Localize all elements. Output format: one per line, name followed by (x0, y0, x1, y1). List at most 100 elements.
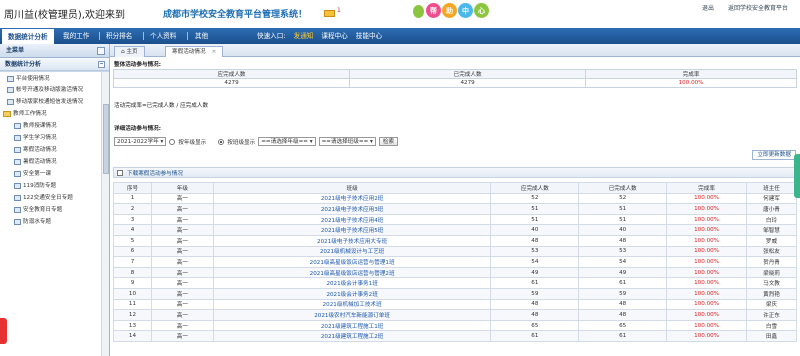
table-cell: 100.00% (666, 309, 747, 321)
sidebar-item[interactable]: 教师工作情况 (3, 109, 47, 119)
table-cell: 59 (490, 287, 580, 300)
sidebar-scroll-thumb[interactable] (103, 104, 109, 174)
table-cell: 田鑫 (746, 330, 797, 342)
sidebar-item[interactable]: 安全教育日专题 (14, 205, 62, 215)
table-cell: 高一 (150, 287, 214, 300)
table-header-cell: 班级 (212, 182, 492, 194)
table-cell: 49 (490, 266, 580, 279)
table-cell[interactable]: 2021级建筑工程施工1班 (212, 319, 492, 332)
nav-profile[interactable]: 个人资料 (150, 28, 176, 44)
collapse-group-icon[interactable]: − (98, 61, 105, 68)
sidebar-item[interactable]: 学生学习情况 (14, 133, 57, 143)
side-float-tab[interactable] (794, 154, 800, 198)
table-cell[interactable]: 2021级机械加工技术班 (212, 298, 492, 311)
table-row: 7 高一 2021级高星级饭店运营与管理1班 54 54 100.00% 贺丹青 (113, 256, 797, 268)
table-cell[interactable]: 2021级高星级饭店运营与管理1班 (212, 256, 492, 268)
nav-my-work[interactable]: 我的工作 (63, 28, 89, 44)
sidebar-item[interactable]: 平台使用情况 (7, 74, 50, 84)
table-cell: 高一 (150, 266, 214, 279)
summary-header-rate: 完成率 (585, 69, 797, 79)
nav-other[interactable]: 其他 (195, 28, 208, 44)
table-cell[interactable]: 2021级会计事务1班 (212, 277, 492, 289)
table-cell: 53 (490, 245, 580, 258)
table-cell[interactable]: 2021级电子技术应用2班 (212, 192, 492, 205)
nav-points-ranking[interactable]: 积分排名 (106, 28, 132, 44)
sidebar-item[interactable]: 教师授课情况 (14, 121, 57, 131)
table-cell: 高一 (150, 309, 214, 321)
table-cell[interactable]: 2021级电子技术应用3班 (212, 203, 492, 215)
download-checkbox-icon[interactable] (117, 170, 123, 176)
mascot-icon (413, 5, 424, 18)
page-icon (14, 159, 21, 165)
table-cell[interactable]: 2021级电子技术应用5班 (212, 224, 492, 236)
table-cell[interactable]: 2021级建筑工程施工2班 (212, 330, 492, 342)
sidebar-item[interactable]: 安全第一课 (14, 169, 51, 179)
sidebar-item[interactable]: 帐号开通及移动版激活情况 (7, 85, 83, 95)
collapse-sidebar-icon[interactable] (97, 47, 105, 55)
help-center-logo[interactable]: 帮助中心 (413, 3, 507, 25)
page-icon (14, 195, 21, 201)
nav-data-statistics[interactable]: 数据统计分析 (2, 29, 54, 44)
header: 周川益(校管理员),欢迎来到 成都市学校安全教育平台管理系统！ 1 帮助中心 退… (0, 0, 800, 28)
help-char: 中 (458, 3, 473, 18)
table-cell: 何建军 (746, 192, 797, 205)
table-cell: 5 (113, 234, 152, 247)
summary-done-value: 4279 (349, 78, 587, 88)
sidebar-item-label: 寒假活动情况 (23, 147, 57, 153)
table-cell[interactable]: 2021级机械设计与工艺班 (212, 245, 492, 258)
grade-select[interactable]: ==请选择年级== ▾ (258, 137, 316, 146)
sidebar-group-statistics[interactable]: 数据统计分析 − (0, 58, 109, 71)
sidebar-item[interactable]: 119消防专题 (14, 181, 56, 191)
table-cell: 52 (578, 192, 668, 205)
download-link[interactable]: 下载寒假活动参与情况 (127, 169, 183, 177)
class-select[interactable]: ==请选择班级== ▾ (318, 137, 376, 146)
sidebar-tree: 平台使用情况 帐号开通及移动版激活情况 移动版家校通短信发送情况教师工作情况教师授课… (0, 71, 109, 356)
table-cell: 40 (578, 224, 668, 236)
sidebar-item[interactable]: 122交通安全日专题 (14, 193, 73, 203)
table-cell: 高一 (150, 319, 214, 332)
user-welcome-text: 周川益(校管理员),欢迎来到 (4, 10, 125, 21)
table-row: 13 高一 2021级建筑工程施工1班 65 65 100.00% 白雪 (113, 319, 797, 332)
sidebar-item[interactable]: 寒假活动情况 (14, 145, 57, 155)
table-cell: 高一 (150, 330, 214, 342)
return-platform-link[interactable]: 返回学校安全教育平台 (728, 3, 788, 12)
mail-icon[interactable] (324, 10, 335, 17)
table-cell: 张松友 (746, 245, 797, 258)
table-cell: 13 (113, 319, 152, 332)
quick-link-notify[interactable]: 发通知 (294, 28, 314, 44)
logout-link[interactable]: 退出 (702, 3, 714, 12)
mail-count-badge: 1 (337, 7, 341, 14)
left-float-tab[interactable] (0, 318, 7, 344)
sidebar-item[interactable]: 移动版家校通短信发送情况 (7, 97, 83, 107)
close-tab-icon[interactable]: × (212, 49, 217, 55)
nav-divider (99, 32, 100, 40)
table-cell[interactable]: 2021级农村汽车新能源订单班 (212, 309, 492, 321)
sidebar-item[interactable]: 防溺水专题 (14, 217, 51, 227)
quick-link-course[interactable]: 课程中心 (321, 28, 347, 44)
table-cell: 48 (578, 309, 668, 321)
page-icon (7, 87, 14, 93)
platform-title: 成都市学校安全教育平台管理系统！ (163, 10, 308, 20)
table-cell: 高一 (150, 277, 214, 289)
quick-link-skill[interactable]: 技能中心 (356, 28, 382, 44)
table-cell[interactable]: 2021级电子技术应用4班 (212, 213, 492, 226)
year-select[interactable]: 2021-2022学年 ▾ (114, 137, 167, 146)
radio-by-class[interactable] (218, 138, 225, 145)
table-cell: 48 (578, 298, 668, 311)
sidebar-item[interactable]: 暑假活动情况 (14, 157, 57, 167)
table-cell: 100.00% (666, 213, 747, 226)
radio-by-grade[interactable] (169, 138, 176, 145)
search-button[interactable]: 检索 (378, 137, 399, 146)
table-cell[interactable]: 2021级高星级饭店运营与管理2班 (212, 266, 492, 279)
tab-winter-activity[interactable]: 寒假活动情况 × (165, 46, 224, 57)
table-cell[interactable]: 2021级会计事务2班 (212, 287, 492, 300)
table-cell: 高一 (150, 213, 214, 226)
update-data-button[interactable]: 立即更新数据 (752, 150, 796, 160)
table-cell[interactable]: 2021级电子技术应用大专班 (212, 234, 492, 247)
table-cell: 61 (490, 330, 580, 342)
page-icon (14, 147, 21, 153)
tab-home[interactable]: ⌂ 主页 (114, 46, 145, 57)
sidebar-scrollbar[interactable] (101, 72, 109, 356)
table-cell: 高一 (150, 245, 214, 258)
class-activity-table: 序号 年级 班级 应完成人数 已完成人数 完成率 班主任 1 高一 2021级电子技术应用2班 5… (113, 182, 797, 342)
